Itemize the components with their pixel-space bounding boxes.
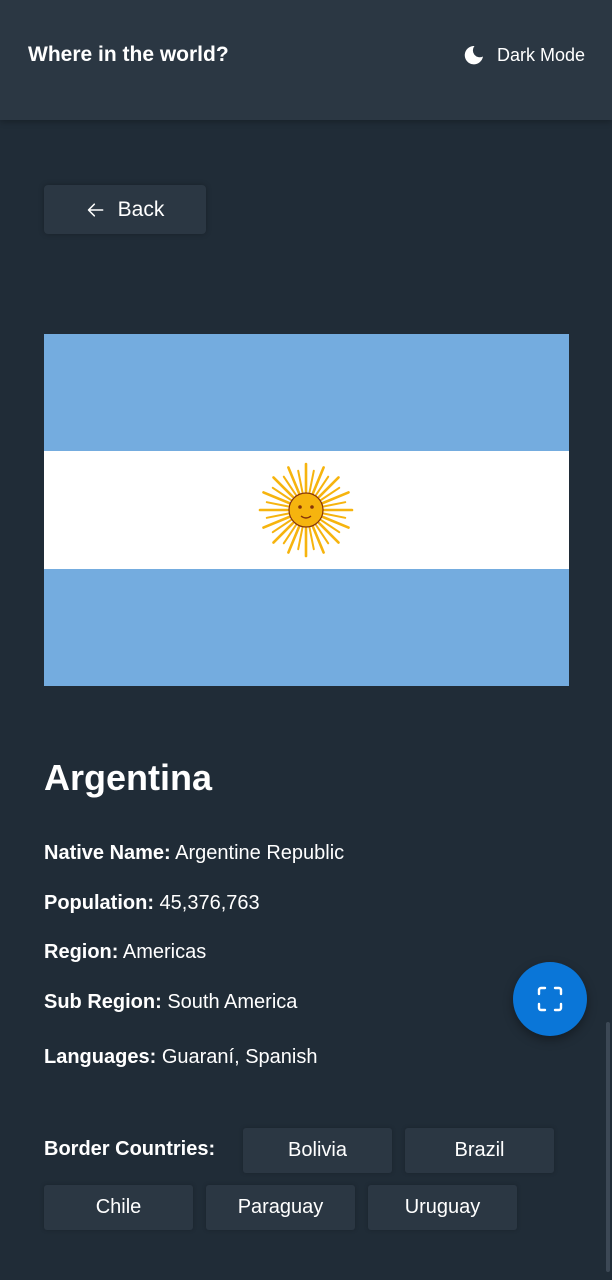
native-name-value: Argentine Republic [175,842,345,864]
population-row: Population: 45,376,763 [44,892,260,915]
arrow-left-icon [87,202,104,217]
sub-region-row: Sub Region: South America [44,991,297,1014]
native-name-label: Native Name: [44,842,171,864]
border-country-chip[interactable]: Paraguay [206,1185,355,1230]
border-country-chip[interactable]: Bolivia [243,1128,392,1173]
page-scrollbar[interactable] [606,1022,610,1272]
region-label: Region: [44,941,119,963]
border-country-chip[interactable]: Uruguay [368,1185,517,1230]
native-name-row: Native Name: Argentine Republic [44,842,344,865]
languages-value: Guaraní, Spanish [161,1046,318,1068]
region-row: Region: Americas [44,941,206,964]
languages-row: Languages: Guaraní, Spanish [44,1046,317,1069]
population-value: 45,376,763 [159,892,260,914]
back-label: Back [117,197,165,221]
border-countries-label: Border Countries: [44,1138,216,1160]
sub-region-value: South America [167,991,298,1013]
country-name: Argentina [44,757,213,798]
back-button[interactable]: Back [44,185,206,234]
screenshot-capture-button[interactable] [513,962,587,1036]
sun-face [288,492,324,528]
sun-of-may-icon [258,462,354,558]
region-value: Americas [122,941,207,963]
dark-mode-toggle[interactable]: Dark Mode [463,44,585,66]
country-flag [44,334,569,686]
sun-eye [310,505,314,509]
population-label: Population: [44,892,154,914]
languages-label: Languages: [44,1046,157,1068]
border-country-chip[interactable]: Chile [44,1185,193,1230]
app-header: Where in the world? Dark Mode [0,0,612,120]
sub-region-label: Sub Region: [44,991,162,1013]
dark-mode-label: Dark Mode [496,44,585,65]
border-country-chip[interactable]: Brazil [405,1128,554,1173]
sun-eye [298,505,302,509]
moon-icon [464,46,483,65]
screenshot-capture-icon [537,986,563,1012]
app-title: Where in the world? [28,43,229,66]
